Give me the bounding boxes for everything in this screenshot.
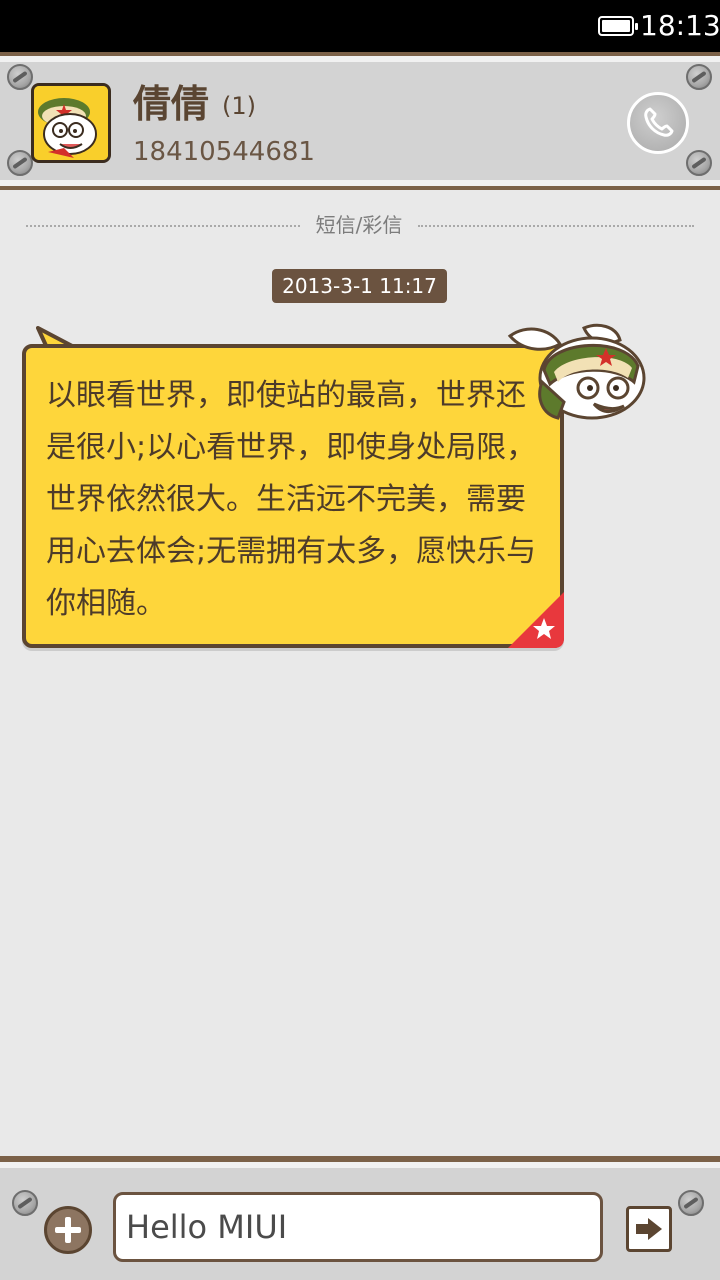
status-bar: 18:13 [0, 0, 720, 52]
conversation-header: 倩倩 (1) 18410544681 [0, 52, 720, 190]
contact-name: 倩倩 [133, 82, 210, 126]
screw-icon [678, 1190, 704, 1216]
message-timestamp: 2013-3-1 11:17 [272, 269, 447, 303]
add-icon [55, 1217, 81, 1243]
send-icon [636, 1218, 662, 1240]
mascot-avatar-icon [34, 86, 108, 160]
message-text: 以眼看世界，即使站的最高，世界还是很小;以心看世界，即使身处局限，世界依然很大。… [46, 378, 537, 621]
composer-bar [0, 1156, 720, 1280]
screw-icon [7, 64, 33, 90]
divider-line [26, 225, 300, 227]
composer-top-edge [0, 1162, 720, 1168]
screw-icon [7, 150, 33, 176]
screw-icon [686, 150, 712, 176]
message-input[interactable] [113, 1192, 603, 1262]
battery-icon [598, 16, 638, 36]
divider-line [418, 225, 694, 227]
send-button[interactable] [626, 1206, 672, 1252]
status-time: 18:13 [640, 9, 720, 42]
contact-number: 18410544681 [133, 137, 315, 167]
phone-icon [644, 107, 674, 137]
screw-icon [12, 1190, 38, 1216]
screw-icon [686, 64, 712, 90]
header-bottom-edge [0, 180, 720, 186]
star-icon[interactable] [508, 592, 564, 648]
attach-button[interactable] [44, 1206, 92, 1254]
channel-label: 短信/彩信 [315, 213, 403, 237]
unread-count: (1) [222, 92, 256, 120]
message-bubble[interactable]: 以眼看世界，即使站的最高，世界还是很小;以心看世界，即使身处局限，世界依然很大。… [22, 344, 564, 648]
call-button[interactable] [627, 92, 689, 154]
contact-avatar[interactable] [31, 83, 111, 163]
header-top-edge [0, 56, 720, 62]
mascot-sticker [507, 323, 646, 420]
